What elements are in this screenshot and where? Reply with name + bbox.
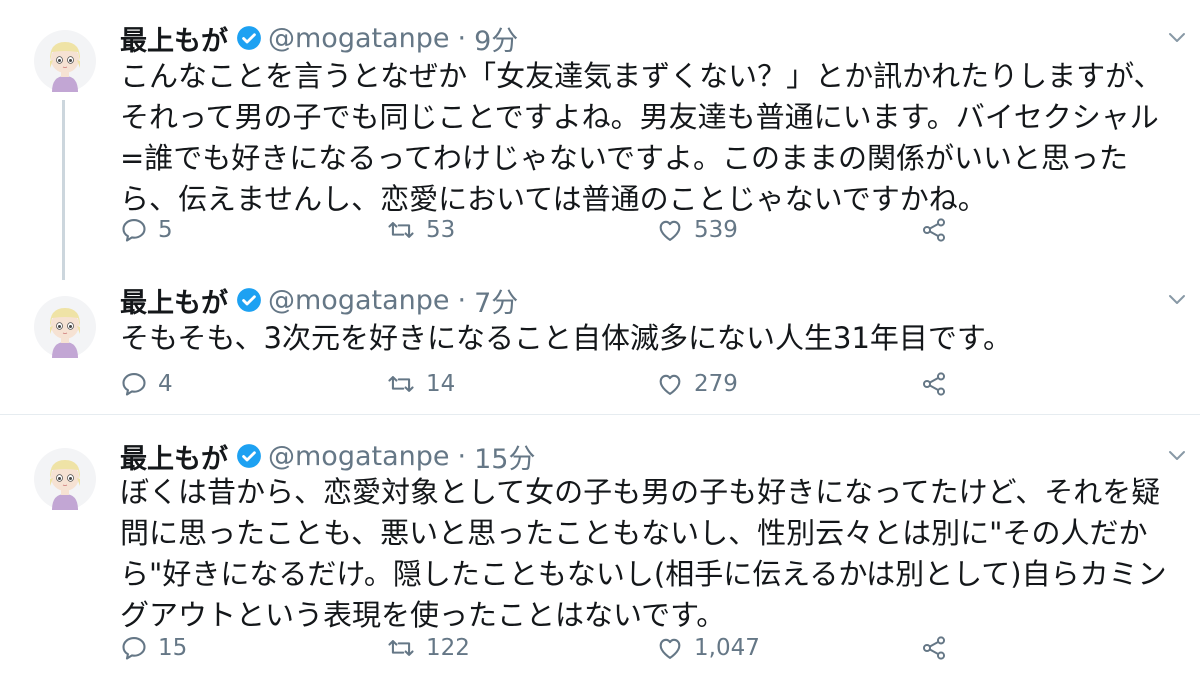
share-icon bbox=[922, 372, 946, 396]
retweet-icon bbox=[388, 376, 414, 392]
reply-button[interactable]: 15 bbox=[120, 630, 187, 666]
retweet-count: 14 bbox=[426, 371, 456, 397]
reply-button[interactable]: 5 bbox=[120, 212, 173, 248]
tweet-text: そもそも、3次元を好きになること自体滅多にない人生31年目です。 bbox=[120, 321, 1013, 355]
timestamp[interactable]: 9分 bbox=[474, 19, 518, 58]
reply-icon bbox=[122, 219, 146, 242]
reply-icon bbox=[122, 637, 146, 660]
chevron-down-icon[interactable] bbox=[1168, 449, 1186, 463]
retweet-icon bbox=[388, 222, 414, 238]
like-icon bbox=[659, 220, 681, 241]
display-name[interactable]: 最上もが bbox=[120, 281, 228, 320]
chevron-down-icon[interactable] bbox=[1168, 31, 1186, 45]
separator-dot: · bbox=[457, 22, 467, 54]
reply-button[interactable]: 4 bbox=[120, 366, 173, 402]
like-button[interactable]: 539 bbox=[656, 212, 738, 248]
verified-badge-icon bbox=[237, 26, 261, 50]
thread-line bbox=[62, 100, 65, 280]
separator-dot: · bbox=[457, 284, 467, 316]
handle[interactable]: @mogatanpe bbox=[268, 23, 450, 54]
share-icon bbox=[922, 636, 946, 660]
display-name[interactable]: 最上もが bbox=[120, 19, 228, 58]
tweet-actions: 15 122 1,047 bbox=[120, 630, 980, 666]
like-button[interactable]: 279 bbox=[656, 366, 738, 402]
tweet-text: こんなことを言うとなぜか「女友達気まずくない？」とか訊かれたりしますが、それって… bbox=[120, 59, 1163, 216]
retweet-button[interactable]: 53 bbox=[386, 212, 455, 248]
like-icon bbox=[659, 638, 681, 659]
chevron-down-icon[interactable] bbox=[1168, 293, 1186, 307]
reply-icon bbox=[122, 373, 146, 396]
reply-count: 15 bbox=[158, 635, 188, 661]
share-icon bbox=[922, 218, 946, 242]
reply-count: 4 bbox=[158, 371, 173, 397]
like-button[interactable]: 1,047 bbox=[656, 630, 760, 666]
verified-badge-icon bbox=[237, 444, 261, 468]
tweet-actions: 4 14 279 bbox=[120, 366, 980, 402]
handle[interactable]: @mogatanpe bbox=[268, 285, 450, 316]
reply-count: 5 bbox=[158, 217, 173, 243]
display-name[interactable]: 最上もが bbox=[120, 437, 228, 476]
retweet-count: 53 bbox=[426, 217, 456, 243]
avatar[interactable] bbox=[34, 30, 96, 92]
share-button[interactable] bbox=[920, 212, 948, 248]
like-count: 279 bbox=[694, 371, 738, 397]
share-button[interactable] bbox=[920, 366, 948, 402]
avatar[interactable] bbox=[34, 296, 96, 358]
retweet-button[interactable]: 122 bbox=[386, 630, 470, 666]
handle[interactable]: @mogatanpe bbox=[268, 441, 450, 472]
like-count: 1,047 bbox=[694, 635, 760, 661]
separator-dot: · bbox=[457, 440, 467, 472]
tweet-actions: 5 53 539 bbox=[120, 212, 980, 248]
avatar[interactable] bbox=[34, 448, 96, 510]
timestamp[interactable]: 15分 bbox=[474, 437, 535, 476]
like-icon bbox=[659, 374, 681, 395]
timestamp[interactable]: 7分 bbox=[474, 281, 518, 320]
share-button[interactable] bbox=[920, 630, 948, 666]
tweet-divider bbox=[0, 414, 1200, 415]
retweet-button[interactable]: 14 bbox=[386, 366, 455, 402]
retweet-icon bbox=[388, 640, 414, 656]
tweet-text: ぼくは昔から、恋愛対象として女の子も男の子も好きになってたけど、それを疑問に思っ… bbox=[120, 475, 1167, 632]
like-count: 539 bbox=[694, 217, 738, 243]
verified-badge-icon bbox=[237, 288, 261, 312]
retweet-count: 122 bbox=[426, 635, 470, 661]
